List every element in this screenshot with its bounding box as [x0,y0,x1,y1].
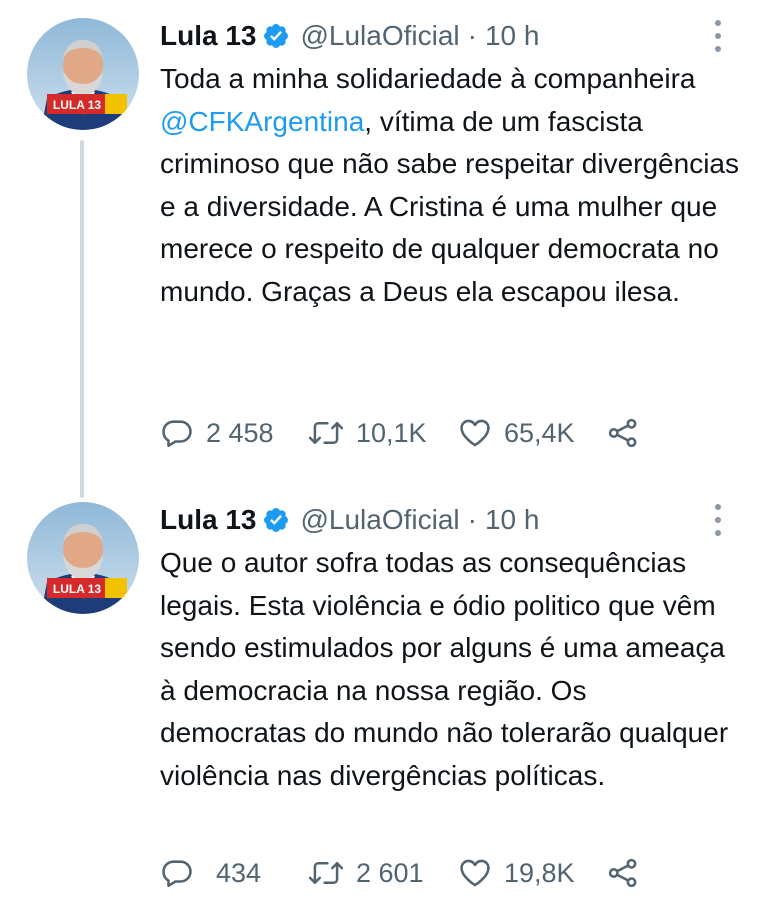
avatar-badge-text: LULA 13 [53,98,102,112]
tweet[interactable]: LULA 13 Lula 13 @LulaOficial · 10 h Toda… [0,0,760,480]
share-icon [608,418,637,448]
retweet-icon [308,862,344,884]
share-icon [608,858,637,888]
more-vertical-icon[interactable] [714,20,722,52]
retweet-button[interactable]: 2 601 [308,856,458,890]
heart-icon [460,859,490,887]
tweet-timestamp[interactable]: 10 h [485,18,540,54]
share-button[interactable] [606,856,640,890]
tweet-header: Lula 13 @LulaOficial · 10 h [160,502,539,538]
retweet-icon [308,422,344,444]
separator-dot: · [467,20,477,51]
reply-button[interactable]: 2 458 [160,416,308,450]
like-button[interactable]: 19,8K [458,856,606,890]
author-handle[interactable]: @LulaOficial [300,18,459,54]
avatar-badge-text: LULA 13 [53,582,102,596]
share-button[interactable] [606,416,640,450]
author-handle[interactable]: @LulaOficial [300,502,459,538]
tweet-text: Toda a minha solidariedade à companheira… [160,58,740,313]
tweet-text-before: Toda a minha solidariedade à companheira [160,63,696,94]
author-name[interactable]: Lula 13 [160,18,256,54]
tweet-timestamp[interactable]: 10 h [485,502,540,538]
author-name[interactable]: Lula 13 [160,502,256,538]
reply-icon [162,860,192,888]
retweet-count: 10,1K [356,417,427,448]
avatar[interactable]: LULA 13 [27,18,139,130]
retweet-count: 2 601 [356,857,424,888]
tweet-header: Lula 13 @LulaOficial · 10 h [160,18,539,54]
separator-dot: · [467,504,477,535]
tweet-actions: 2 458 10,1K 65,4K [160,413,640,453]
tweet-text: Que o autor sofra todas as consequências… [160,547,729,791]
verified-badge-icon [262,506,290,534]
retweet-button[interactable]: 10,1K [308,416,458,450]
like-count: 19,8K [504,857,575,888]
verified-badge-icon [262,22,290,50]
reply-count: 434 [216,857,262,888]
mention-link[interactable]: @CFKArgentina [160,106,364,137]
reply-icon [162,420,192,448]
tweet-actions: 434 2 601 19,8K [160,853,640,893]
reply-count: 2 458 [206,417,274,448]
tweet[interactable]: LULA 13 Lula 13 @LulaOficial · 10 h Que … [0,484,760,917]
reply-button[interactable]: 434 [160,856,308,890]
more-vertical-icon[interactable] [714,504,722,536]
like-button[interactable]: 65,4K [458,416,606,450]
heart-icon [460,419,490,447]
like-count: 65,4K [504,417,575,448]
avatar[interactable]: LULA 13 [27,502,139,614]
